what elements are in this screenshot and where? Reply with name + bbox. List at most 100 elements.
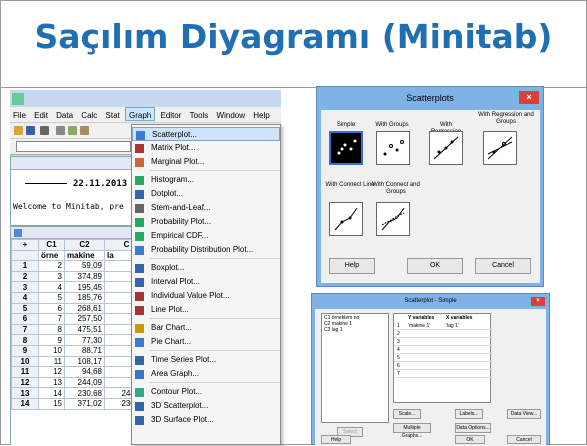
multiple-graphs-button[interactable]: Multiple Graphs... — [393, 423, 431, 439]
variables-row[interactable]: 5 — [394, 355, 492, 362]
table-cell[interactable]: 268,61 — [64, 302, 105, 315]
variables-row[interactable]: 3 — [394, 339, 492, 346]
menu-edit[interactable]: Edit — [31, 108, 51, 120]
graph-menu-item[interactable]: Line Plot... — [132, 303, 280, 317]
variables-cell[interactable]: 'lag 1' — [446, 323, 459, 329]
table-cell[interactable]: 2 — [38, 260, 65, 272]
graph-menu-item[interactable]: Scatterplot... — [132, 127, 280, 141]
table-cell[interactable]: 13 — [38, 376, 65, 389]
table-cell[interactable]: 244,09 — [64, 376, 105, 389]
table-cell[interactable]: 59,09 — [64, 260, 105, 272]
menu-data[interactable]: Data — [53, 108, 76, 120]
graph-menu-item[interactable]: Matrix Plot... — [132, 141, 280, 155]
option-with-regression[interactable] — [429, 131, 463, 165]
row-number[interactable]: 5 — [11, 302, 39, 315]
menu-stat[interactable]: Stat — [103, 108, 123, 120]
table-cell[interactable]: 475,51 — [64, 323, 105, 336]
graph-menu-item[interactable]: Boxplot... — [132, 261, 280, 275]
row-number[interactable]: 7 — [11, 323, 39, 336]
graph-menu-item[interactable]: Interval Plot... — [132, 275, 280, 289]
row-number[interactable]: 9 — [11, 344, 39, 357]
menu-graph[interactable]: Graph — [125, 107, 156, 121]
table-cell[interactable]: 195,45 — [64, 281, 105, 293]
variables-row[interactable]: 7 — [394, 371, 492, 378]
row-number[interactable]: 13 — [11, 387, 39, 399]
table-cell[interactable]: 4 — [38, 281, 65, 293]
variables-row[interactable]: 6 — [394, 363, 492, 370]
option-with-regression-groups[interactable] — [483, 131, 517, 165]
table-cell[interactable]: 5 — [38, 291, 65, 304]
menu-window[interactable]: Window — [214, 108, 248, 120]
row-number[interactable]: 11 — [11, 366, 39, 378]
table-cell[interactable]: 374,89 — [64, 270, 105, 283]
graph-menu-item[interactable]: Histogram... — [132, 173, 280, 187]
table-cell[interactable]: 88,71 — [64, 344, 105, 357]
table-cell[interactable]: 3 — [38, 270, 65, 283]
data-options-button[interactable]: Data Options... — [455, 423, 491, 433]
graph-menu-item[interactable]: Dotplot... — [132, 187, 280, 201]
table-cell[interactable]: 10 — [38, 344, 65, 357]
table-cell[interactable]: 108,17 — [64, 355, 105, 368]
option-simple[interactable] — [329, 131, 363, 165]
command-combo[interactable] — [16, 141, 131, 152]
table-cell[interactable]: 9 — [38, 334, 65, 346]
option-connect-line[interactable] — [329, 202, 363, 236]
graph-menu-item[interactable]: Contour Plot... — [132, 385, 280, 399]
close-icon[interactable]: × — [519, 91, 539, 104]
variables-row[interactable]: 1 'makine 1' 'lag 1' — [394, 323, 492, 330]
row-number[interactable]: 1 — [11, 260, 39, 272]
graph-menu-item[interactable]: Pie Chart... — [132, 335, 280, 349]
variable-item[interactable]: C3 lag 1 — [324, 327, 386, 333]
graph-menu-item[interactable]: Area Graph... — [132, 367, 280, 381]
col-name[interactable]: örne — [38, 249, 65, 262]
menu-help[interactable]: Help — [250, 108, 272, 120]
graph-menu-item[interactable]: Marginal Plot... — [132, 155, 280, 169]
row-number[interactable]: 10 — [11, 355, 39, 368]
table-cell[interactable]: 185,76 — [64, 291, 105, 304]
row-number[interactable]: 8 — [11, 334, 39, 346]
table-cell[interactable]: 12 — [38, 366, 65, 378]
option-with-groups[interactable] — [376, 131, 410, 165]
worksheet-grid[interactable]: + C1 C2 C örne makine la 1259,09623374,8… — [11, 239, 149, 410]
graph-menu-item[interactable]: Probability Plot... — [132, 215, 280, 229]
col-id[interactable]: C2 — [64, 239, 105, 251]
graph-menu-item[interactable]: Empirical CDF... — [132, 229, 280, 243]
table-cell[interactable]: 11 — [38, 355, 65, 368]
ok-button[interactable]: OK — [455, 435, 485, 444]
variables-cell[interactable]: 2 — [397, 331, 400, 337]
variables-cell[interactable]: 5 — [397, 355, 400, 361]
menu-file[interactable]: File — [10, 108, 29, 120]
scale-button[interactable]: Scale... — [393, 409, 421, 419]
variables-row[interactable]: 4 — [394, 347, 492, 354]
table-cell[interactable]: 15 — [38, 397, 65, 410]
table-cell[interactable]: 14 — [38, 387, 65, 399]
graph-menu-item[interactable]: 3D Scatterplot... — [132, 399, 280, 413]
copy-icon[interactable] — [68, 126, 77, 135]
menu-editor[interactable]: Editor — [157, 108, 184, 120]
row-number[interactable]: 4 — [11, 291, 39, 304]
variable-list[interactable]: C1 örneklem no C2 makine 1 C3 lag 1 — [321, 313, 389, 423]
variables-cell[interactable]: 'makine 1' — [408, 323, 430, 329]
table-cell[interactable]: 257,50 — [64, 313, 105, 325]
cut-icon[interactable] — [56, 126, 65, 135]
variables-cell[interactable]: 7 — [397, 371, 400, 377]
save-icon[interactable] — [26, 126, 35, 135]
open-icon[interactable] — [14, 126, 23, 135]
cancel-button[interactable]: Cancel — [507, 435, 541, 444]
graph-menu-item[interactable]: Probability Distribution Plot... — [132, 243, 280, 257]
menu-tools[interactable]: Tools — [187, 108, 212, 120]
variables-cell[interactable]: 6 — [397, 363, 400, 369]
data-view-button[interactable]: Data View... — [507, 409, 541, 419]
col-name[interactable]: makine — [64, 249, 105, 262]
variables-cell[interactable]: 1 — [397, 323, 400, 329]
table-cell[interactable]: 77,30 — [64, 334, 105, 346]
option-connect-groups[interactable] — [376, 202, 410, 236]
graph-menu-item[interactable]: 3D Surface Plot... — [132, 413, 280, 427]
variables-cell[interactable]: 3 — [397, 339, 400, 345]
row-number[interactable]: 2 — [11, 270, 39, 283]
row-number[interactable]: 6 — [11, 313, 39, 325]
menu-calc[interactable]: Calc — [78, 108, 100, 120]
close-icon[interactable]: × — [531, 297, 545, 306]
paste-icon[interactable] — [80, 126, 89, 135]
help-button[interactable]: Help — [329, 258, 375, 274]
